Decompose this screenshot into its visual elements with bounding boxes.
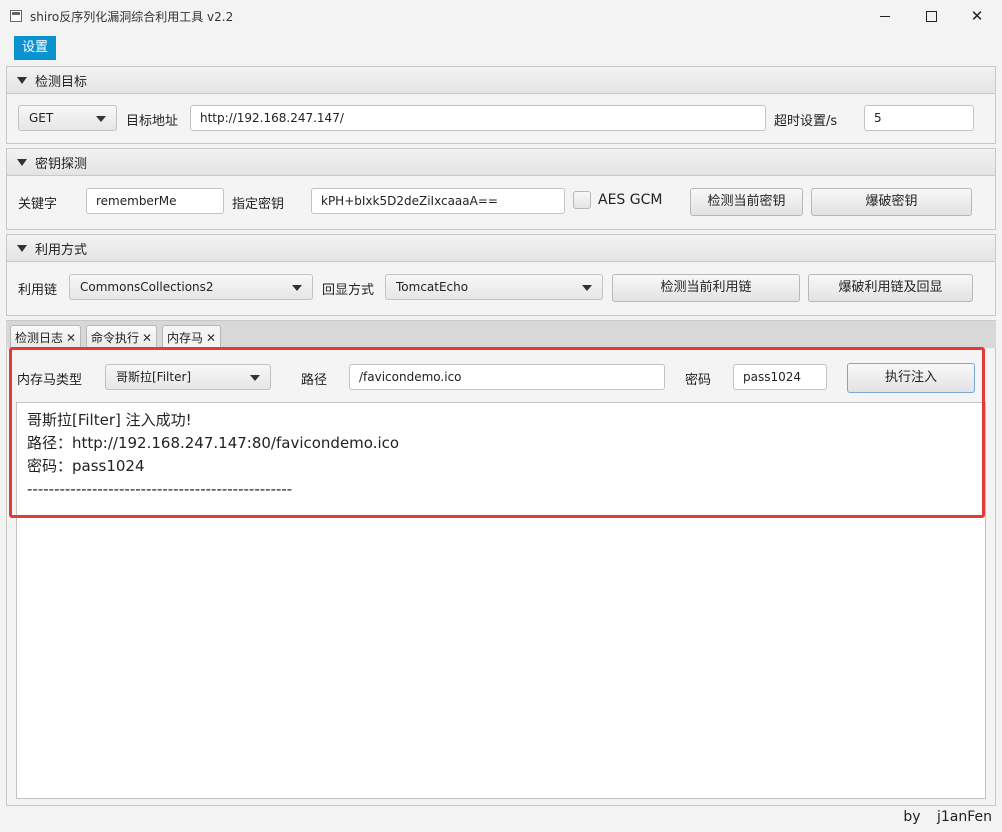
password-input[interactable]: pass1024 xyxy=(733,364,827,390)
check-key-button[interactable]: 检测当前密钥 xyxy=(690,188,803,216)
aes-gcm-checkbox[interactable] xyxy=(573,191,591,209)
output-line: 密码：pass1024 xyxy=(27,457,145,475)
collapse-arrow-icon xyxy=(17,76,27,84)
tab-memshell[interactable]: 内存马 ✕ xyxy=(162,325,222,349)
timeout-input[interactable]: 5 xyxy=(864,105,974,131)
output-line: 哥斯拉[Filter] 注入成功! xyxy=(27,411,192,429)
minimize-button[interactable] xyxy=(862,0,908,32)
chain-value: CommonsCollections2 xyxy=(80,280,214,294)
method-select[interactable]: GET xyxy=(18,105,117,131)
title-bar: shiro反序列化漏洞综合利用工具 v2.2 ✕ xyxy=(0,0,1002,32)
tab-detect-log[interactable]: 检测日志 ✕ xyxy=(10,325,82,349)
section-target-body: GET 目标地址 http://192.168.247.147/ 超时设置/s … xyxy=(6,94,996,144)
section-exploit-title: 利用方式 xyxy=(35,242,88,258)
section-target-title: 检测目标 xyxy=(35,74,88,90)
specify-key-input[interactable]: kPH+bIxk5D2deZiIxcaaaA== xyxy=(311,188,565,214)
app-icon xyxy=(10,10,22,22)
section-key-title: 密钥探测 xyxy=(35,156,88,172)
chevron-down-icon xyxy=(292,285,302,291)
specify-key-label: 指定密钥 xyxy=(232,197,285,212)
memshell-type-label: 内存马类型 xyxy=(17,373,83,388)
section-target-header[interactable]: 检测目标 xyxy=(6,66,996,94)
close-button[interactable]: ✕ xyxy=(954,0,1000,32)
chevron-down-icon xyxy=(96,116,106,122)
memshell-type-select[interactable]: 哥斯拉[Filter] xyxy=(105,364,271,390)
tabs-bar: 检测日志 ✕ 命令执行 ✕ 内存马 ✕ xyxy=(6,320,996,349)
echo-label: 回显方式 xyxy=(322,283,375,298)
section-exploit-body: 利用链 CommonsCollections2 回显方式 TomcatEcho … xyxy=(6,262,996,316)
tab-label: 内存马 xyxy=(167,330,204,345)
inject-button[interactable]: 执行注入 xyxy=(847,363,975,393)
close-icon[interactable]: ✕ xyxy=(142,327,152,349)
bruteforce-key-button[interactable]: 爆破密钥 xyxy=(811,188,972,216)
maximize-button[interactable] xyxy=(908,0,954,32)
output-line: ----------------------------------------… xyxy=(27,480,293,498)
chevron-down-icon xyxy=(250,375,260,381)
memshell-type-value: 哥斯拉[Filter] xyxy=(116,370,192,384)
section-key-body: 关键字 rememberMe 指定密钥 kPH+bIxk5D2deZiIxcaa… xyxy=(6,176,996,230)
method-value: GET xyxy=(29,111,54,125)
check-chain-button[interactable]: 检测当前利用链 xyxy=(612,274,800,302)
footer-credit: by j1anFen xyxy=(903,809,992,825)
url-label: 目标地址 xyxy=(126,114,179,129)
chevron-down-icon xyxy=(582,285,592,291)
keyword-label: 关键字 xyxy=(18,197,58,212)
close-icon[interactable]: ✕ xyxy=(66,327,76,349)
collapse-arrow-icon xyxy=(17,244,27,252)
tab-label: 检测日志 xyxy=(15,330,64,345)
path-input[interactable]: /favicondemo.ico xyxy=(349,364,665,390)
output-line: 路径：http://192.168.247.147:80/favicondemo… xyxy=(27,434,400,452)
path-label: 路径 xyxy=(301,373,328,388)
tab-label: 命令执行 xyxy=(91,330,140,345)
menu-settings[interactable]: 设置 xyxy=(14,36,57,60)
section-key-header[interactable]: 密钥探测 xyxy=(6,148,996,176)
tab-command-exec[interactable]: 命令执行 ✕ xyxy=(86,325,158,349)
section-exploit-header[interactable]: 利用方式 xyxy=(6,234,996,262)
password-label: 密码 xyxy=(685,373,712,388)
menu-bar: 设置 xyxy=(0,32,1002,62)
collapse-arrow-icon xyxy=(17,158,27,166)
echo-select[interactable]: TomcatEcho xyxy=(385,274,603,300)
bruteforce-chain-button[interactable]: 爆破利用链及回显 xyxy=(808,274,973,302)
echo-value: TomcatEcho xyxy=(396,280,469,294)
chain-select[interactable]: CommonsCollections2 xyxy=(69,274,313,300)
keyword-input[interactable]: rememberMe xyxy=(86,188,224,214)
url-input[interactable]: http://192.168.247.147/ xyxy=(190,105,766,131)
window-title: shiro反序列化漏洞综合利用工具 v2.2 xyxy=(30,10,234,24)
aes-gcm-label: AES GCM xyxy=(598,192,663,208)
footer: by j1anFen xyxy=(0,806,1002,832)
timeout-label: 超时设置/s xyxy=(774,114,838,129)
chain-label: 利用链 xyxy=(18,283,58,298)
close-icon[interactable]: ✕ xyxy=(206,327,216,349)
output-textarea[interactable]: 哥斯拉[Filter] 注入成功! 路径：http://192.168.247.… xyxy=(16,402,986,799)
